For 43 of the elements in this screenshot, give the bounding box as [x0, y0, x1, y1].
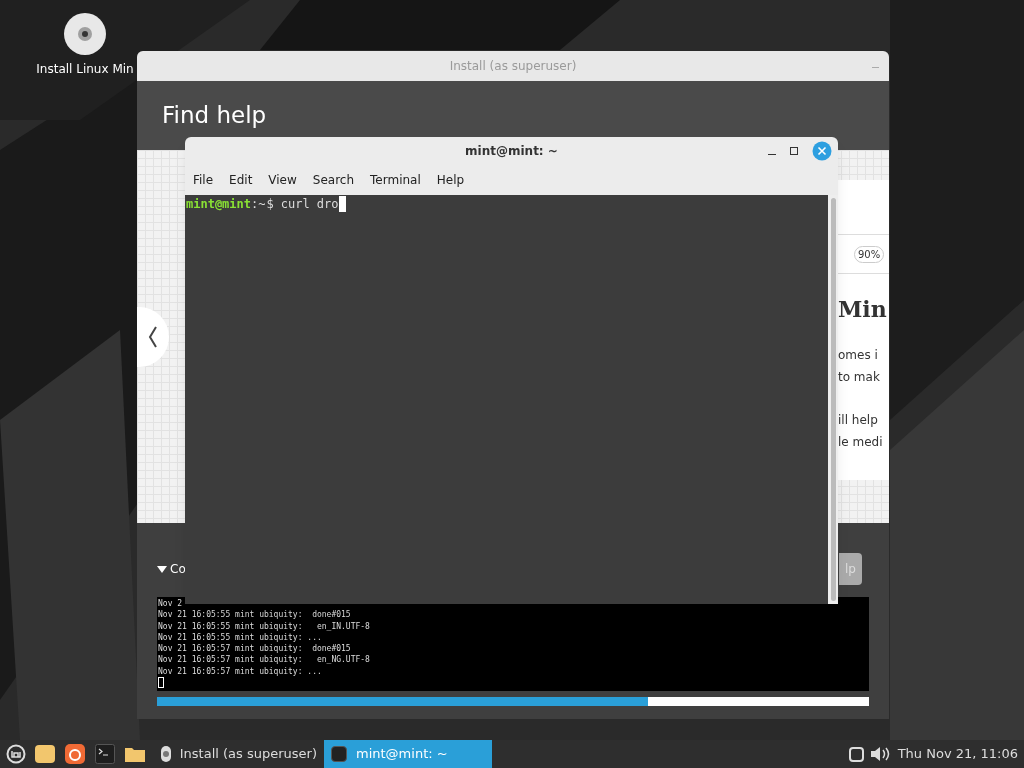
maximize-icon[interactable] [790, 147, 798, 155]
menu-item[interactable]: View [268, 171, 297, 189]
volume-icon[interactable] [869, 746, 890, 762]
log-line: Nov 21 16:05:55 mint ubiquity: done#015 [158, 609, 352, 621]
expander-label[interactable]: Co [170, 560, 186, 578]
menu-item[interactable]: Edit [229, 171, 253, 189]
log-line: Nov 21 16:05:57 mint ubiquity: ... [158, 665, 323, 678]
slide-text: ill help [838, 412, 879, 429]
chevron-left-icon [148, 325, 158, 348]
close-icon[interactable] [812, 141, 832, 161]
slide-text: to mak [838, 369, 881, 386]
command-text: curl dro [280, 196, 339, 213]
disc-icon[interactable] [63, 12, 107, 56]
prompt-user: mint@mint [186, 196, 252, 213]
notification-icon[interactable] [848, 746, 864, 762]
desktop-icon-label[interactable]: Install Linux Min [36, 60, 134, 78]
log-line: Nov 21 16:05:55 mint ubiquity: en_IN.UTF-8 [158, 620, 371, 632]
expander-arrow-icon[interactable] [157, 565, 167, 573]
window-title: mint@mint: ~ [465, 143, 558, 160]
log-line: Nov 21 16:05:57 mint ubiquity: en_NG.UTF-8 [158, 654, 371, 666]
menu-item[interactable]: Help [436, 171, 465, 189]
taskbar-button[interactable]: Install (as superuser) [154, 740, 324, 768]
log-line: Nov 21 16:05:57 mint ubiquity: done#015 [158, 643, 352, 655]
browser-icon[interactable] [64, 743, 86, 765]
slide-heading: Min [838, 298, 888, 320]
prompt-path: :~ [251, 196, 266, 213]
page-heading: Find help [162, 101, 267, 131]
prompt-symbol: $ [266, 196, 274, 213]
slide-text: le medi [838, 434, 884, 451]
text-cursor [158, 677, 164, 689]
log-line: Nov 2 [158, 598, 184, 610]
scrollbar[interactable] [828, 195, 838, 604]
back-button[interactable] [137, 306, 169, 367]
window-title: Install (as superuser) [449, 58, 577, 75]
clock[interactable]: Thu Nov 21, 11:06 [897, 744, 1018, 764]
menu-item[interactable]: Search [312, 171, 355, 189]
log-line: Nov 21 16:05:55 mint ubiquity: ... [158, 631, 323, 644]
menu-icon[interactable] [6, 744, 26, 764]
menu-item[interactable]: File [193, 171, 214, 189]
text-cursor [338, 196, 346, 212]
menu-item[interactable]: Terminal [370, 171, 421, 189]
slide-text: omes i [838, 347, 879, 364]
minimize-icon[interactable] [768, 153, 776, 155]
